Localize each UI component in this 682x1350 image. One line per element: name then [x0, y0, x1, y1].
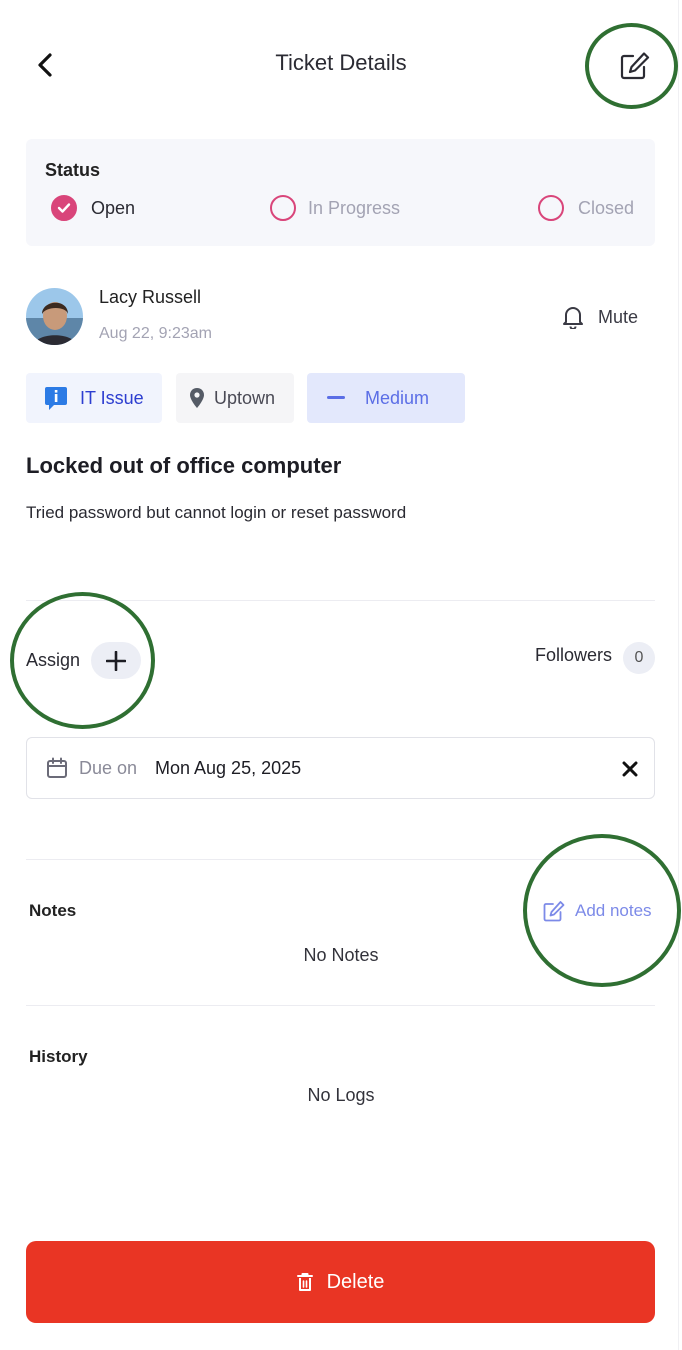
due-value: Mon Aug 25, 2025: [155, 758, 302, 778]
divider: [26, 600, 655, 601]
status-option-in-progress[interactable]: In Progress: [270, 193, 400, 223]
radio-unchecked-icon: [270, 195, 296, 221]
followers-count[interactable]: 0: [623, 642, 655, 674]
notes-empty-text: No Notes: [303, 945, 379, 965]
divider: [26, 1005, 655, 1006]
edit-icon: [543, 901, 565, 922]
status-title: Status: [45, 160, 101, 180]
priority-label: Medium: [365, 387, 430, 408]
trash-icon: [296, 1273, 313, 1291]
priority-tag: Medium: [307, 373, 465, 423]
page-title: Ticket Details: [275, 50, 407, 75]
info-chat-icon: [45, 387, 67, 410]
radio-unchecked-icon: [538, 195, 564, 221]
avatar: [26, 288, 83, 345]
edit-ticket-button[interactable]: [612, 46, 658, 86]
location-pin-icon: [190, 388, 204, 408]
status-option-label: In Progress: [308, 197, 401, 218]
category-tag: IT Issue: [26, 373, 162, 423]
status-option-open[interactable]: Open: [51, 193, 135, 223]
due-label: Due on: [79, 758, 138, 778]
location-label: Uptown: [214, 387, 276, 408]
history-empty-text: No Logs: [307, 1085, 375, 1105]
close-icon: [622, 761, 638, 777]
minus-icon: [327, 396, 345, 399]
divider: [26, 859, 655, 860]
bell-icon: [563, 307, 583, 329]
clear-due-date-button[interactable]: [617, 756, 643, 782]
delete-label: Delete: [326, 1270, 385, 1293]
plus-icon: [106, 650, 126, 671]
mute-button[interactable]: Mute: [562, 303, 638, 331]
edit-icon: [620, 52, 650, 80]
mute-label: Mute: [598, 306, 639, 327]
delete-button[interactable]: Delete: [26, 1241, 655, 1323]
calendar-icon: [46, 757, 68, 779]
edge-line: [678, 0, 679, 1350]
ticket-title: Locked out of office computer: [26, 453, 342, 478]
add-notes-button[interactable]: Add notes: [543, 900, 652, 922]
category-label: IT Issue: [80, 387, 144, 408]
author-timestamp: Aug 22, 9:23am: [99, 325, 212, 342]
notes-title: Notes: [29, 901, 77, 920]
assign-label: Assign: [26, 650, 81, 670]
followers-label: Followers: [535, 645, 613, 665]
history-title: History: [29, 1047, 88, 1066]
status-option-label: Closed: [578, 197, 635, 218]
status-option-closed[interactable]: Closed: [538, 193, 634, 223]
radio-checked-icon: [51, 195, 77, 221]
ticket-description: Tried password but cannot login or reset…: [26, 503, 407, 522]
add-notes-label: Add notes: [575, 901, 652, 920]
status-option-label: Open: [91, 197, 136, 218]
add-assignee-button[interactable]: [91, 642, 141, 679]
location-tag: Uptown: [176, 373, 294, 423]
author-name: Lacy Russell: [99, 287, 202, 307]
